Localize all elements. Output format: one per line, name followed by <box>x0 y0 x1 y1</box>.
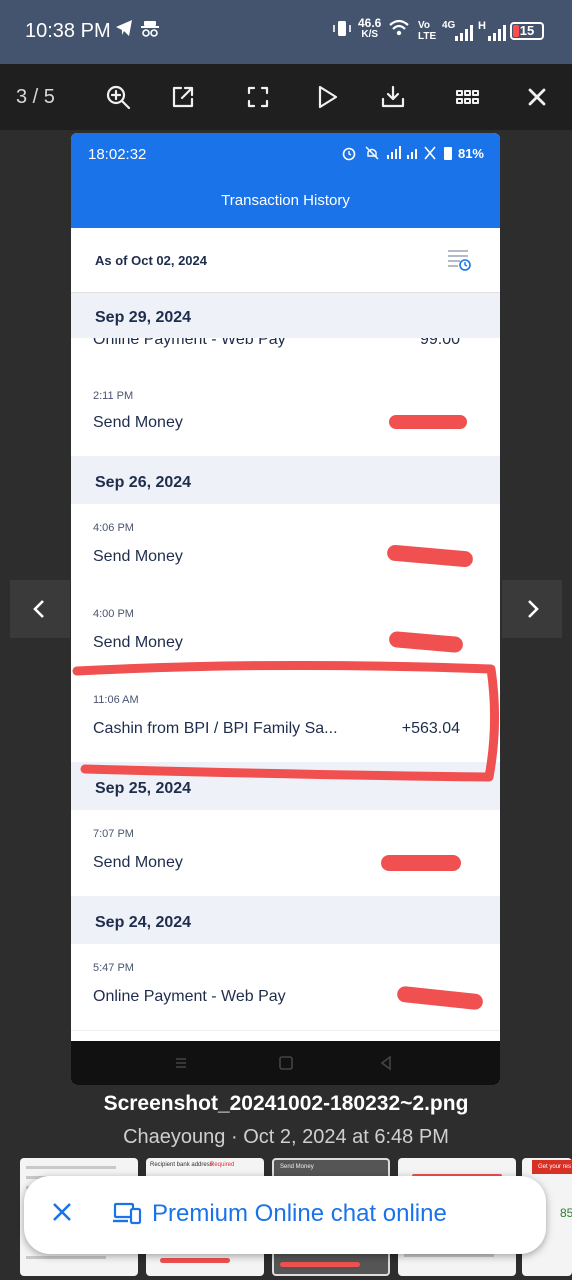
thumb-required: Required <box>210 1162 235 1168</box>
transaction-row-partial: Online Payment - Web Pay 99.00 <box>71 338 500 371</box>
screenshot-image: 18:02:32 81% Transaction History As of O… <box>71 133 500 1085</box>
thumb-button: Get your res <box>532 1160 572 1174</box>
next-image-button[interactable] <box>502 580 562 638</box>
network-speed: 46.6 K/S <box>358 16 382 40</box>
image-counter: 3 / 5 <box>16 86 55 108</box>
transaction-time: 4:06 PM <box>93 522 134 534</box>
transaction-time: 4:00 PM <box>93 608 134 620</box>
transaction-desc: Online Payment - Web Pay <box>93 988 286 1005</box>
status-time: 10:38 PM <box>25 20 111 42</box>
banner-close-icon[interactable] <box>50 1200 76 1226</box>
transaction-desc: Send Money <box>93 854 183 871</box>
chevron-left-icon <box>33 600 44 618</box>
network-speed-unit: K/S <box>361 29 379 40</box>
screenshot-signal-icon <box>387 145 441 166</box>
redaction-mark <box>386 544 474 568</box>
telegram-icon <box>114 18 134 43</box>
transaction-row: 7:07 PM Send Money <box>71 810 500 897</box>
as-of-label: As of Oct 02, 2024 <box>95 253 207 268</box>
day-date: Sep 29, 2024 <box>95 309 192 326</box>
chat-banner[interactable]: Premium Online chat online <box>24 1176 546 1254</box>
vibrate-icon <box>332 18 352 45</box>
day-header: Sep 26, 2024 <box>71 456 500 504</box>
viewer-toolbar: 3 / 5 <box>0 64 572 130</box>
day-date: Sep 24, 2024 <box>95 914 192 931</box>
transaction-row: 5:47 PM Online Payment - Web Pay <box>71 944 500 1031</box>
image-filename: Screenshot_20241002-180232~2.png <box>103 1092 469 1115</box>
thumb-line <box>26 1256 106 1259</box>
open-external-icon[interactable] <box>168 82 198 112</box>
thumb-line <box>26 1166 116 1169</box>
transaction-desc: Send Money <box>93 414 183 431</box>
screenshot-title: Transaction History <box>221 192 350 209</box>
as-of-bar: As of Oct 02, 2024 <box>71 228 500 293</box>
play-slideshow-icon[interactable] <box>312 82 342 112</box>
recents-icon <box>171 1053 191 1073</box>
highlight-annotation <box>72 660 500 782</box>
transaction-desc: Online Payment - Web Pay <box>93 338 286 348</box>
battery-level: 15 <box>519 23 535 38</box>
back-icon <box>376 1053 396 1073</box>
thumb-redaction <box>280 1262 360 1267</box>
battery-indicator: 15 <box>510 22 544 40</box>
home-icon <box>276 1053 296 1073</box>
transaction-desc: Send Money <box>93 548 183 565</box>
download-icon[interactable] <box>378 82 408 112</box>
transaction-row: 4:06 PM Send Money <box>71 504 500 591</box>
redaction-mark <box>396 985 484 1011</box>
zoom-in-icon[interactable] <box>103 82 133 112</box>
system-status-bar: 10:38 PM 46.6 K/S Vo LTE 4G H 15 <box>0 0 572 64</box>
signal-icon <box>454 24 474 47</box>
transaction-time: 7:07 PM <box>93 828 134 840</box>
transaction-amount: 99.00 <box>419 338 460 348</box>
banner-text[interactable]: Premium Online chat online <box>152 1200 447 1228</box>
alarm-icon <box>341 145 357 166</box>
thumb-label: Recipient bank address <box>150 1162 213 1168</box>
screenshot-nav-bar <box>71 1041 500 1085</box>
fullscreen-icon[interactable] <box>243 82 273 112</box>
thumb-number: 85 <box>560 1206 572 1220</box>
screenshot-battery-level: 81% <box>457 146 484 161</box>
signal-2-icon <box>487 24 507 47</box>
volte-indicator: Vo LTE <box>418 20 436 42</box>
screenshot-battery-icon <box>443 145 453 166</box>
screenshot-time: 18:02:32 <box>88 146 147 163</box>
redaction-mark <box>388 630 464 654</box>
devices-icon <box>112 1200 142 1228</box>
incognito-icon <box>140 18 160 43</box>
chevron-right-icon <box>528 600 539 618</box>
image-meta: Chaeyoung · Oct 2, 2024 at 6:48 PM <box>123 1126 449 1148</box>
volte-bottom: LTE <box>418 31 437 42</box>
transaction-row: 2:11 PM Send Money <box>71 370 500 457</box>
screenshot-header: Transaction History <box>71 173 500 228</box>
hplus-label: H <box>478 20 486 32</box>
day-header: Sep 29, 2024 <box>71 293 500 338</box>
previous-image-button[interactable] <box>10 580 70 638</box>
screenshot-status-bar: 18:02:32 81% <box>71 133 500 173</box>
battery-fill <box>513 25 519 37</box>
thumb-line <box>404 1254 494 1257</box>
transaction-time: 5:47 PM <box>93 962 134 974</box>
network-speed-value: 46.6 <box>358 16 382 30</box>
day-header: Sep 24, 2024 <box>71 896 500 944</box>
volte-top: Vo <box>418 20 431 31</box>
wifi-icon <box>388 18 410 43</box>
transaction-time: 2:11 PM <box>93 390 134 402</box>
close-icon[interactable] <box>522 82 552 112</box>
redaction-mark <box>389 415 467 429</box>
thumb-redaction <box>160 1258 230 1263</box>
thumb-label: Send Money <box>280 1164 314 1170</box>
transaction-desc: Send Money <box>93 634 183 651</box>
mute-icon <box>364 145 380 166</box>
filter-history-icon <box>446 248 472 272</box>
redaction-mark <box>381 855 461 871</box>
grid-view-icon[interactable] <box>452 82 482 112</box>
day-date: Sep 26, 2024 <box>95 474 192 491</box>
